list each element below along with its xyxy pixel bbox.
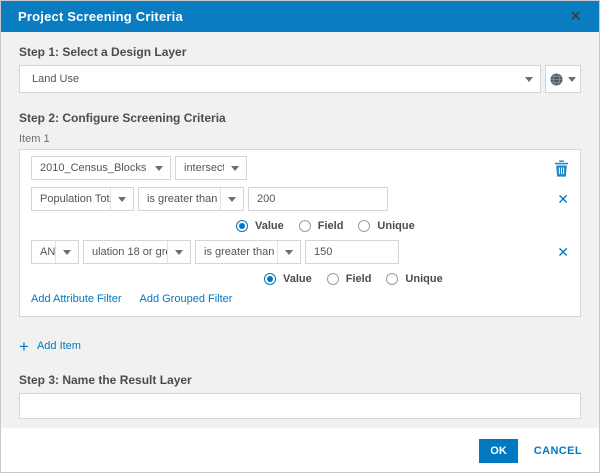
filter2-operator-value: is greater than [196,246,277,258]
filter1-value-type-radios: Value Field Unique [236,219,569,233]
dialog-footer: OK CANCEL [1,428,599,473]
chevron-down-icon [231,166,239,171]
design-layer-value: Land Use [20,73,518,85]
globe-icon [550,73,563,86]
chevron-down-icon [525,77,533,82]
radio-value[interactable] [236,220,248,232]
plus-icon[interactable]: + [19,338,29,355]
add-item-row[interactable]: + Add Item [19,337,581,355]
filter2-value-type-radios: Value Field Unique [264,272,569,286]
attribute-filter-row: AND ulation 18 or greater is greater tha… [31,240,569,264]
remove-filter2-icon[interactable]: ✕ [557,245,569,259]
radio-field[interactable] [299,220,311,232]
dialog-body: Step 1: Select a Design Layer Land Use S… [1,32,599,428]
radio-unique-label: Unique [377,220,414,232]
step1-label: Step 1: Select a Design Layer [19,32,581,59]
chevron-down-icon [568,77,576,82]
criteria-layer-select[interactable]: 2010_Census_Blocks [31,156,171,180]
radio-field-label: Field [346,273,372,285]
filter1-value-input[interactable] [248,187,388,211]
result-layer-name-input[interactable] [19,393,581,419]
item-label: Item 1 [19,133,581,145]
spatial-operator-select[interactable]: intersects [175,156,247,180]
radio-unique[interactable] [358,220,370,232]
delete-item-button[interactable] [554,160,569,177]
project-screening-criteria-dialog: Project Screening Criteria ✕ Step 1: Sel… [0,0,600,473]
layer-operator-row: 2010_Census_Blocks intersects [31,156,569,180]
spatial-operator-value: intersects [176,162,224,174]
filter2-field-select[interactable]: ulation 18 or greater [83,240,191,264]
step3-label: Step 3: Name the Result Layer [19,373,581,387]
filter2-field-value: ulation 18 or greater [84,246,167,258]
radio-value-label: Value [255,220,284,232]
screening-item: 2010_Census_Blocks intersects [19,149,581,317]
filter1-field-value: Population Total [32,193,110,205]
design-layer-select[interactable]: Land Use [19,65,541,93]
ok-button[interactable]: OK [479,439,518,463]
chevron-down-icon [118,197,126,202]
add-attribute-filter-link[interactable]: Add Attribute Filter [31,293,122,305]
filter2-logic-select[interactable]: AND [31,240,79,264]
filter1-operator-value: is greater than [139,193,220,205]
trash-icon [554,160,569,177]
radio-value-label: Value [283,273,312,285]
dialog-header: Project Screening Criteria ✕ [1,1,599,32]
filter2-logic-value: AND [32,246,55,258]
close-icon[interactable]: ✕ [569,9,582,24]
filter2-value-input[interactable] [305,240,399,264]
radio-unique[interactable] [386,273,398,285]
radio-unique-label: Unique [405,273,442,285]
remove-filter1-icon[interactable]: ✕ [557,192,569,206]
chevron-down-icon [63,250,71,255]
radio-field[interactable] [327,273,339,285]
radio-value[interactable] [264,273,276,285]
attribute-filter-row: Population Total is greater than ✕ [31,187,569,211]
chevron-down-icon [155,166,163,171]
step2-label: Step 2: Configure Screening Criteria [19,111,581,125]
filter-links-row: Add Attribute Filter Add Grouped Filter [31,293,569,305]
filter2-operator-select[interactable]: is greater than [195,240,301,264]
chevron-down-icon [175,250,183,255]
chevron-down-icon [285,250,293,255]
filter1-operator-select[interactable]: is greater than [138,187,244,211]
dialog-title: Project Screening Criteria [18,9,183,24]
chevron-down-icon [228,197,236,202]
layer-picker-button[interactable] [545,65,581,93]
radio-field-label: Field [318,220,344,232]
add-grouped-filter-link[interactable]: Add Grouped Filter [140,293,233,305]
step1-row: Land Use [19,65,581,93]
add-item-link[interactable]: Add Item [37,340,81,352]
cancel-button[interactable]: CANCEL [534,445,582,457]
filter1-field-select[interactable]: Population Total [31,187,134,211]
criteria-layer-value: 2010_Census_Blocks [32,162,148,174]
